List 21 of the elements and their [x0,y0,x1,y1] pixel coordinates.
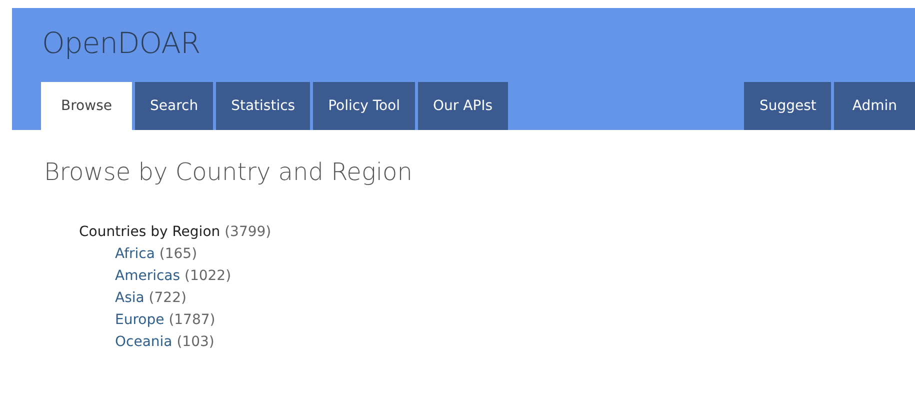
item-count: (1022) [184,268,232,284]
item-count: (1787) [168,312,216,328]
region-link[interactable]: Europe [115,312,164,328]
nav-tab[interactable]: Search [134,82,214,130]
item-count: (103) [176,334,214,350]
item-count: (165) [159,246,198,262]
region-link[interactable]: Americas [115,268,180,284]
region-link[interactable]: Oceania [115,334,172,350]
region-link[interactable]: Africa [115,246,155,262]
nav-tab[interactable]: Our APIs [418,82,508,130]
page-heading: Browse by Country and Region [44,157,414,188]
nav-tab[interactable]: Suggest [744,82,832,130]
region-link[interactable]: Asia [115,290,144,306]
item-count: (3799) [224,224,272,240]
nav-tab[interactable]: Admin [834,82,915,130]
nav-tab[interactable]: Policy Tool [313,82,416,130]
nav-tab[interactable]: Browse [41,82,132,130]
tree-label: Countries by Region [79,224,220,240]
site-title[interactable]: OpenDOAR [42,23,200,63]
nav-tab[interactable]: Statistics [216,82,310,130]
item-count: (722) [148,290,186,306]
